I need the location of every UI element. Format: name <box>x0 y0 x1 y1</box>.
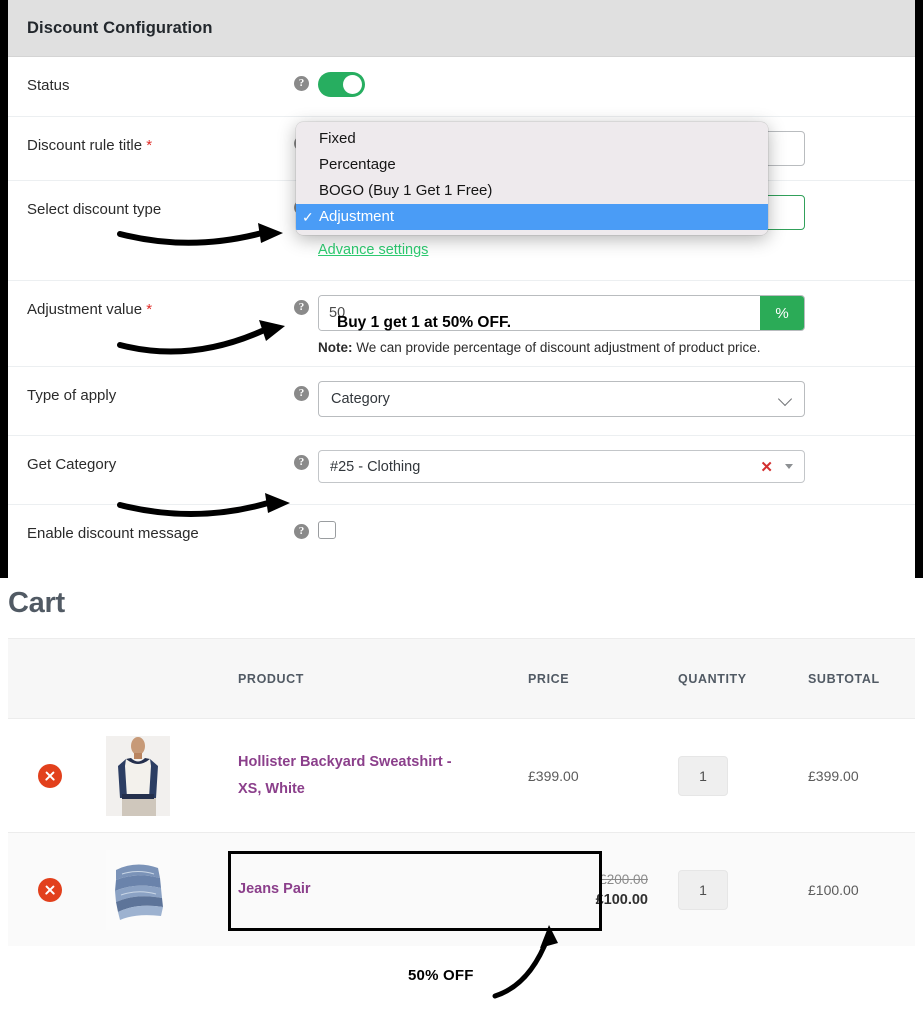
column-quantity: QUANTITY <box>678 671 747 686</box>
adjustment-note-text: We can provide percentage of discount ad… <box>352 340 761 355</box>
dropdown-option-percentage-label: Percentage <box>319 156 396 173</box>
form-row-status: Status ? <box>8 57 915 117</box>
adjustment-value-label: Adjustment value * <box>27 281 294 320</box>
form-row-type-of-apply: Type of apply ? Category <box>8 367 915 436</box>
enable-discount-message-checkbox[interactable] <box>318 521 336 539</box>
help-icon-get-category[interactable]: ? <box>294 455 309 470</box>
column-product: PRODUCT <box>238 671 305 686</box>
adjustment-value-input-group: % <box>318 295 805 331</box>
cart-table: PRODUCT PRICE QUANTITY SUBTOTAL Holliste… <box>8 638 915 946</box>
subtotal-cell-2: £100.00 <box>808 881 859 898</box>
remove-item-icon[interactable] <box>38 877 62 902</box>
dropdown-option-adjustment-label: Adjustment <box>319 208 395 225</box>
cart-row-sweatshirt: Hollister Backyard Sweatshirt - XS, Whit… <box>8 718 915 832</box>
get-category-select[interactable]: #25 - Clothing ✕ <box>318 450 805 483</box>
type-of-apply-select[interactable]: Category <box>318 381 805 417</box>
column-price: PRICE <box>528 671 570 686</box>
cart-page-title: Cart <box>8 587 65 619</box>
form-row-enable-discount-message: Enable discount message ? <box>8 505 915 561</box>
subtotal-cell-1: £399.00 <box>808 767 859 784</box>
quantity-input-2[interactable]: 1 <box>678 869 728 910</box>
status-toggle[interactable] <box>318 72 365 97</box>
quantity-cell-1: 1 <box>678 755 808 796</box>
dropdown-option-fixed[interactable]: Fixed <box>296 126 768 152</box>
column-subtotal: SUBTOTAL <box>808 671 880 686</box>
advance-settings-link[interactable]: Advance settings <box>318 242 428 258</box>
remove-item-icon[interactable] <box>38 763 62 788</box>
dropdown-option-bogo-label: BOGO (Buy 1 Get 1 Free) <box>319 182 493 199</box>
remove-cell-1 <box>8 763 88 788</box>
caret-down-icon[interactable] <box>785 464 793 469</box>
form-row-adjustment-value: Adjustment value * ? % Note: We can prov… <box>8 281 915 367</box>
check-icon: ✓ <box>302 209 314 225</box>
product-name-link-2[interactable]: Jeans Pair <box>238 876 528 903</box>
sweatshirt-image <box>106 735 170 816</box>
cart-row-jeans: Jeans Pair £200.00 £100.00 1 £100.00 <box>8 832 915 946</box>
get-category-value: #25 - Clothing <box>330 458 421 475</box>
adjustment-note: Note: We can provide percentage of disco… <box>318 340 761 355</box>
help-icon-adjustment-value[interactable]: ? <box>294 300 309 315</box>
price-cell-2: £200.00 £100.00 <box>528 872 678 908</box>
product-cell-2: Jeans Pair <box>238 876 528 903</box>
thumbnail-cell-1 <box>88 735 238 816</box>
enable-discount-message-label: Enable discount message <box>27 525 199 542</box>
type-of-apply-value: Category <box>331 391 390 407</box>
remove-cell-2 <box>8 877 88 902</box>
jeans-image <box>106 849 170 930</box>
discount-rule-title-label: Discount rule title * <box>27 117 294 156</box>
help-icon-status[interactable]: ? <box>294 76 309 91</box>
cart-section: Cart PRODUCT PRICE QUANTITY SUBTOTAL Hol… <box>0 578 923 1023</box>
percent-suffix: % <box>760 296 804 330</box>
clear-selection-icon[interactable]: ✕ <box>760 458 773 476</box>
product-name-link-1[interactable]: Hollister Backyard Sweatshirt - XS, Whit… <box>238 749 473 803</box>
quantity-input-1[interactable]: 1 <box>678 755 728 796</box>
jeans-thumbnail[interactable] <box>106 849 170 930</box>
chevron-down-icon <box>780 393 792 405</box>
adjustment-note-bold: Note: <box>318 340 353 355</box>
product-cell-1: Hollister Backyard Sweatshirt - XS, Whit… <box>238 749 528 803</box>
sweatshirt-thumbnail[interactable] <box>106 735 170 816</box>
required-asterisk-title: * <box>146 137 153 154</box>
adjustment-value-input[interactable] <box>319 296 760 330</box>
status-label: Status <box>27 77 70 94</box>
help-icon-type-of-apply[interactable]: ? <box>294 386 309 401</box>
screenshot-root: Discount Configuration Status ? Discount… <box>0 0 923 1023</box>
adjustment-value-text: Adjustment value <box>27 301 143 318</box>
original-price-2: £200.00 <box>599 871 648 887</box>
dropdown-option-percentage[interactable]: Percentage <box>296 152 768 178</box>
type-of-apply-label: Type of apply <box>27 387 117 404</box>
select-discount-type-label: Select discount type <box>27 201 162 218</box>
thumbnail-cell-2 <box>88 849 238 930</box>
help-icon-enable-discount-message[interactable]: ? <box>294 524 309 539</box>
toggle-knob <box>343 75 362 94</box>
panel-title: Discount Configuration <box>27 18 213 37</box>
form-row-get-category: Get Category ? #25 - Clothing ✕ <box>8 436 915 505</box>
required-asterisk-adjustment: * <box>146 301 153 318</box>
cart-table-header: PRODUCT PRICE QUANTITY SUBTOTAL <box>8 638 915 718</box>
discount-type-dropdown-menu[interactable]: Fixed Percentage BOGO (Buy 1 Get 1 Free)… <box>296 122 768 235</box>
dropdown-option-fixed-label: Fixed <box>319 130 356 147</box>
quantity-cell-2: 1 <box>678 869 808 910</box>
discount-rule-title-text: Discount rule title <box>27 137 143 154</box>
get-category-label: Get Category <box>27 456 117 473</box>
panel-header: Discount Configuration <box>8 0 915 57</box>
discounted-price-2: £100.00 <box>595 891 648 908</box>
price-cell-1: £399.00 <box>528 767 579 784</box>
dropdown-option-bogo[interactable]: BOGO (Buy 1 Get 1 Free) <box>296 178 768 204</box>
dropdown-option-adjustment[interactable]: ✓ Adjustment <box>296 204 768 230</box>
discount-configuration-panel: Discount Configuration Status ? Discount… <box>8 0 915 578</box>
